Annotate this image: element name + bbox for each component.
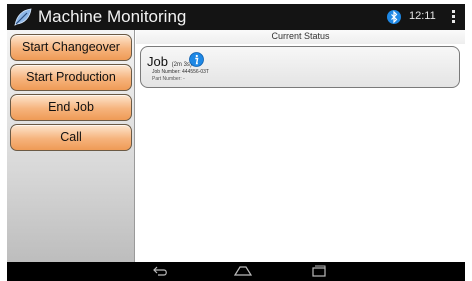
end-job-button[interactable]: End Job bbox=[10, 94, 132, 121]
device-screen: Machine Monitoring 12:11 Start Changeove… bbox=[7, 4, 465, 281]
action-sidebar: Start Changeover Start Production End Jo… bbox=[7, 30, 135, 262]
start-production-button[interactable]: Start Production bbox=[10, 64, 132, 91]
job-number: Job Number: 444556-03T bbox=[152, 69, 209, 75]
back-icon[interactable] bbox=[153, 265, 169, 277]
status-panel: Current Status Job (2m 3s) Job Number: 4… bbox=[136, 30, 465, 262]
start-changeover-button[interactable]: Start Changeover bbox=[10, 34, 132, 61]
home-icon[interactable] bbox=[233, 265, 253, 277]
job-title-label: Job bbox=[147, 54, 168, 69]
app-title: Machine Monitoring bbox=[38, 7, 187, 26]
job-card[interactable]: Job (2m 3s) Job Number: 444556-03T Part … bbox=[140, 46, 460, 88]
part-number: Part Number: - bbox=[152, 76, 185, 82]
call-button[interactable]: Call bbox=[10, 124, 132, 151]
info-icon[interactable] bbox=[189, 52, 204, 67]
job-title: Job (2m 3s) bbox=[147, 54, 192, 69]
content-area: Start Changeover Start Production End Jo… bbox=[7, 30, 465, 262]
current-status-header: Current Status bbox=[136, 30, 465, 44]
bluetooth-icon bbox=[387, 10, 401, 24]
action-bar: Machine Monitoring 12:11 bbox=[7, 4, 465, 30]
overflow-menu-icon[interactable] bbox=[450, 10, 456, 24]
leaf-icon bbox=[14, 8, 32, 26]
recent-apps-icon[interactable] bbox=[311, 265, 327, 277]
status-clock: 12:11 bbox=[409, 10, 436, 22]
system-nav-bar bbox=[7, 262, 465, 281]
